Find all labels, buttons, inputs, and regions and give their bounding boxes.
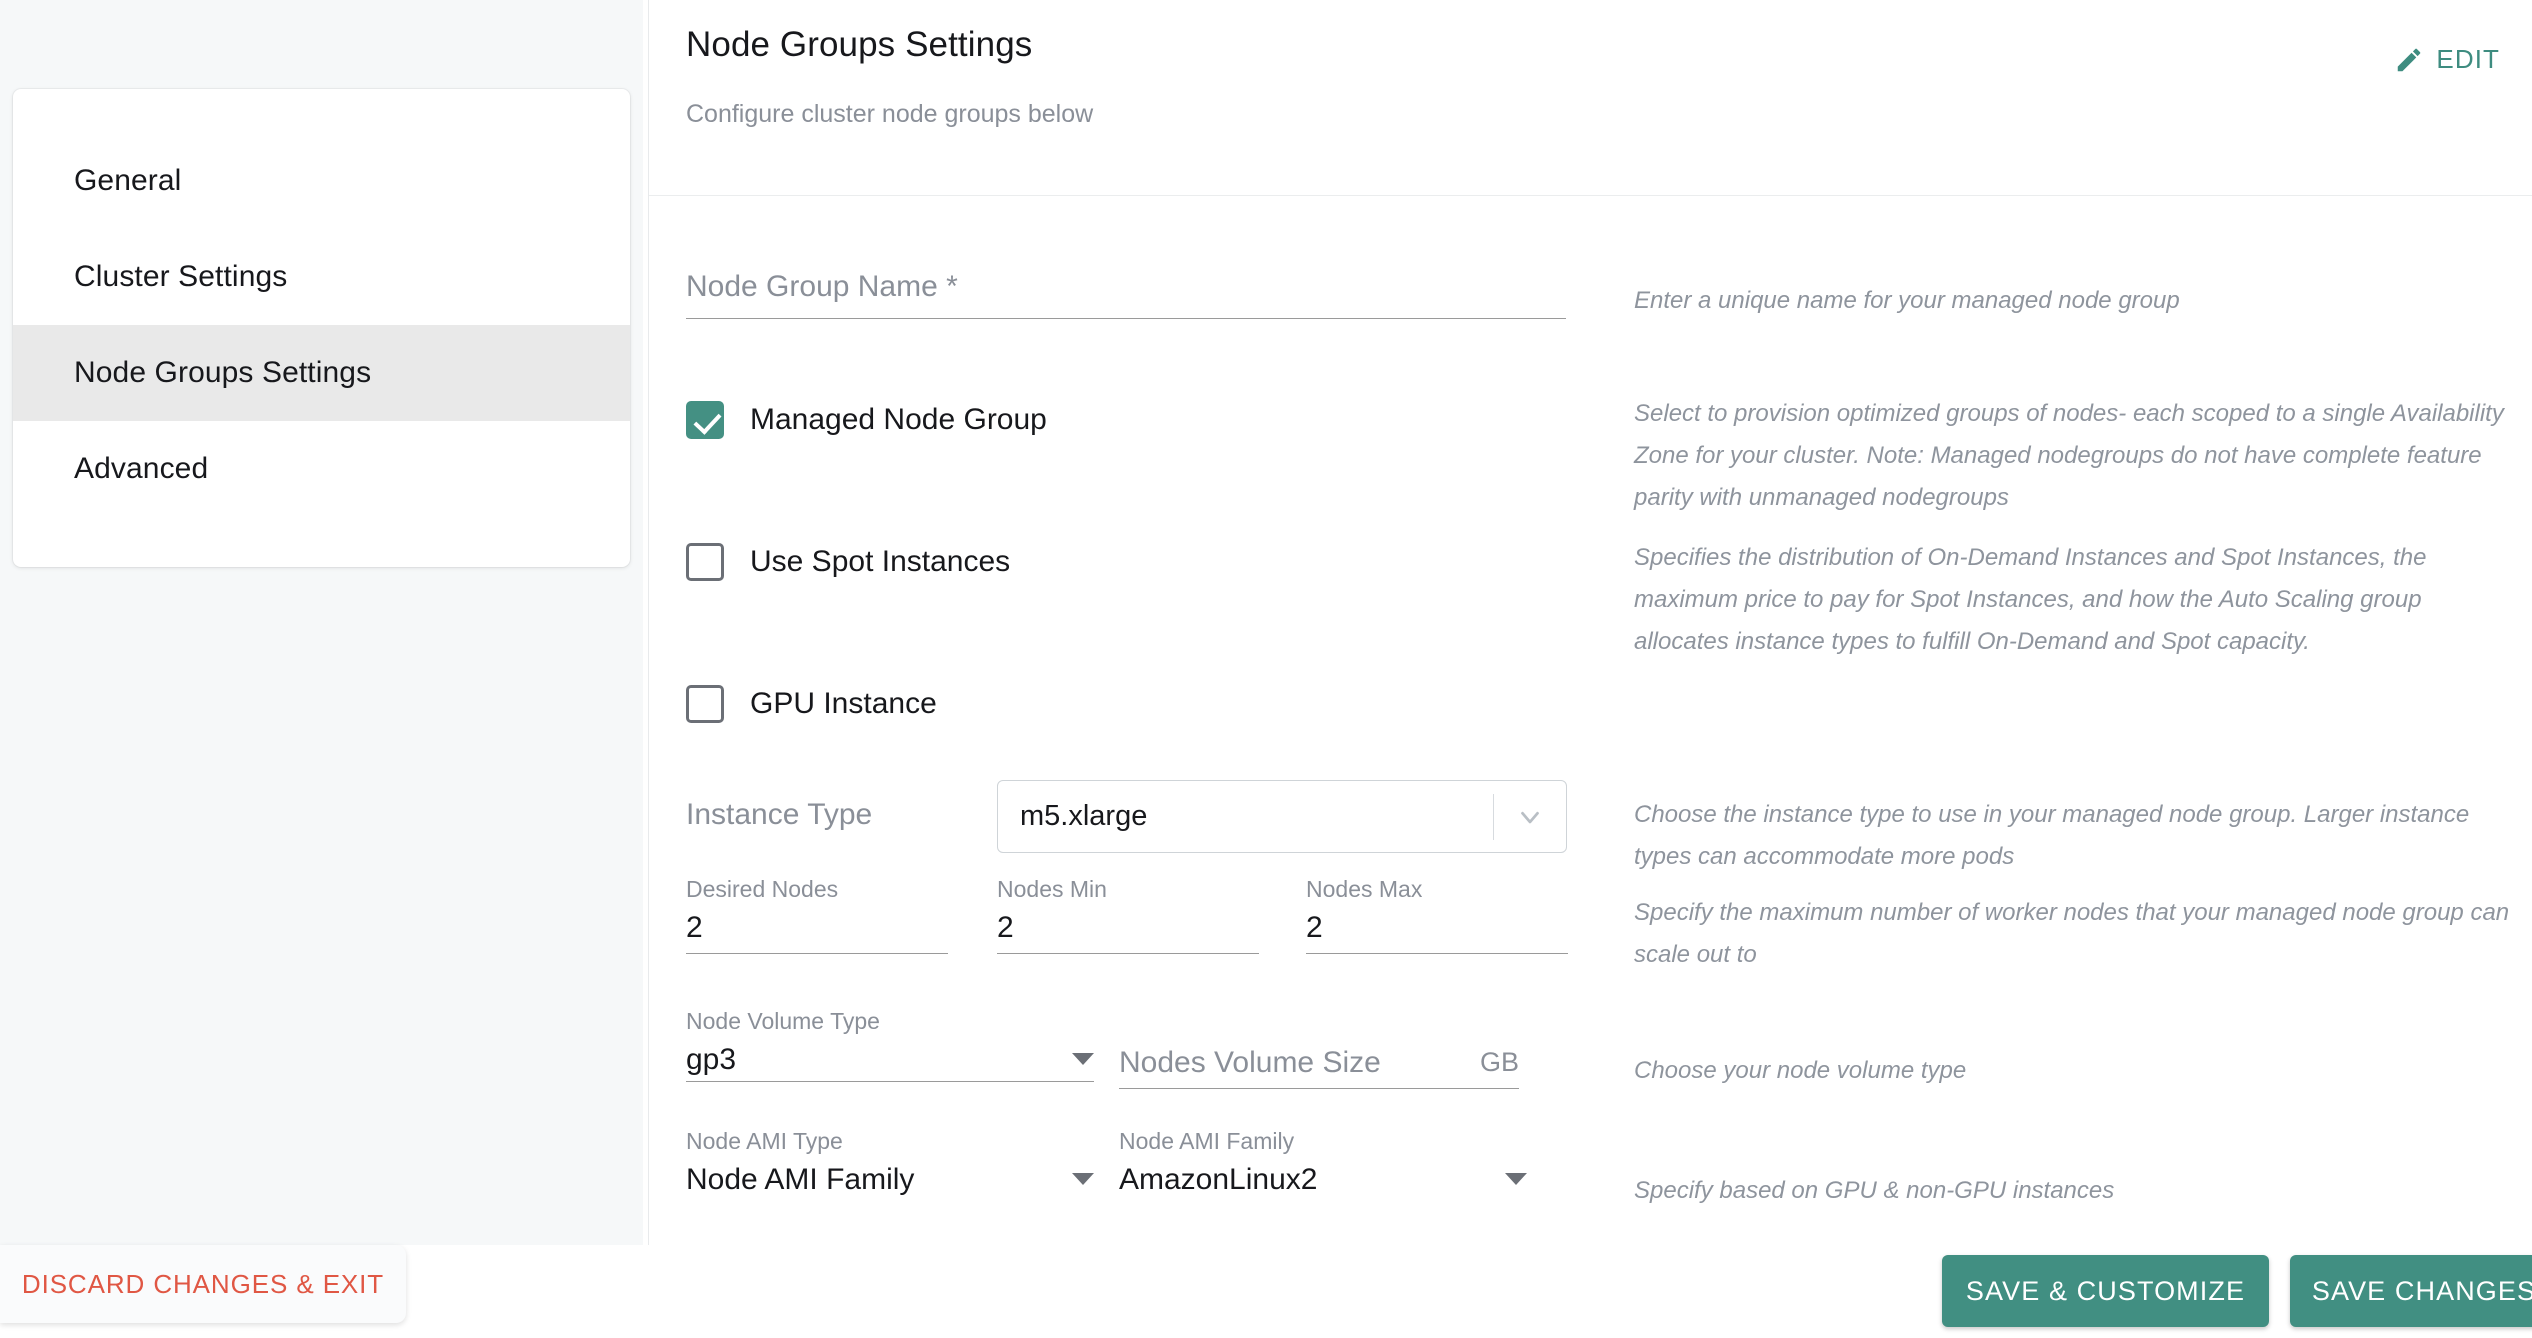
edit-button[interactable]: EDIT [2384,38,2510,81]
save-changes-button[interactable]: SAVE CHANGES [2290,1255,2532,1327]
nodes-min-group: Nodes Min 2 [997,876,1259,954]
desired-nodes-label: Desired Nodes [686,876,839,902]
node-group-name-label: Node Group Name * [686,270,958,303]
caret-down-icon [1072,1173,1094,1185]
node-ami-type-value: Node AMI Family [686,1163,915,1196]
node-volume-type-value: gp3 [686,1043,737,1076]
instance-type-help: Choose the instance type to use in your … [1634,801,2470,870]
sidebar-item-cluster-settings[interactable]: Cluster Settings [13,229,630,325]
nodes-min-value: 2 [997,911,1014,944]
node-ami-family-value: AmazonLinux2 [1119,1163,1318,1196]
caret-down-icon [1505,1173,1527,1185]
edit-button-label: EDIT [2436,44,2500,74]
node-group-name-input[interactable]: Node Group Name * [686,270,1566,319]
use-spot-instances-checkbox-row[interactable]: Use Spot Instances [686,543,1010,581]
panel-header: Node Groups Settings Configure cluster n… [649,0,2532,196]
sidebar-item-label: Cluster Settings [74,260,288,293]
node-group-name-group: Node Group Name * [686,270,1566,319]
node-ami-family-group: Node AMI Family AmazonLinux2 [1119,1128,1527,1201]
caret-down-icon [1072,1053,1094,1065]
managed-node-group-help: Select to provision optimized groups of … [1634,400,2504,511]
sidebar-item-general[interactable]: General [13,133,630,229]
gpu-instance-label: GPU Instance [750,687,937,720]
managed-node-group-checkbox[interactable] [686,401,724,439]
nodes-min-label: Nodes Min [997,876,1107,902]
node-group-name-help: Enter a unique name for your managed nod… [1634,287,2180,314]
save-and-customize-label: SAVE & CUSTOMIZE [1965,1275,2246,1306]
sidebar-item-label: Advanced [74,452,209,485]
nodes-volume-size-label: Nodes Volume Size [1119,1046,1381,1079]
pencil-icon [2394,45,2424,75]
node-ami-family-help: Specify based on GPU & non-GPU instances [1634,1177,2115,1204]
sidebar-item-label: General [74,164,182,197]
desired-nodes-group: Desired Nodes 2 [686,876,948,954]
nodes-max-group: Nodes Max 2 [1306,876,1568,954]
save-changes-label: SAVE CHANGES [2311,1275,2532,1306]
desired-nodes-value: 2 [686,911,703,944]
node-ami-type-group: Node AMI Type Node AMI Family [686,1128,1094,1201]
desired-nodes-input[interactable]: 2 [686,911,948,954]
page-subtitle: Configure cluster node groups below [686,100,1094,128]
sidebar-item-label: Node Groups Settings [74,356,372,389]
gpu-instance-checkbox[interactable] [686,685,724,723]
managed-node-group-checkbox-row[interactable]: Managed Node Group [686,401,1047,439]
discard-changes-button[interactable]: DISCARD CHANGES & EXIT [0,1245,406,1323]
chevron-down-icon [1494,802,1566,832]
action-bar: DISCARD CHANGES & EXIT SAVE & CUSTOMIZE … [0,1245,2532,1338]
node-ami-family-label: Node AMI Family [1119,1128,1295,1154]
node-groups-settings-panel: Node Groups Settings Configure cluster n… [648,0,2532,1245]
managed-node-group-label: Managed Node Group [750,403,1047,436]
nodes-volume-size-group: Nodes Volume Size GB [1119,1046,1519,1089]
nodes-volume-size-unit: GB [1479,1047,1519,1077]
use-spot-instances-help: Specifies the distribution of On-Demand … [1634,544,2427,655]
nodes-max-value: 2 [1306,911,1323,944]
page-title: Node Groups Settings [686,25,1033,64]
node-ami-type-label: Node AMI Type [686,1128,843,1154]
discard-changes-label: DISCARD CHANGES & EXIT [21,1268,385,1299]
save-and-customize-button[interactable]: SAVE & CUSTOMIZE [1942,1255,2269,1327]
instance-type-label: Instance Type [686,798,873,831]
node-ami-family-select[interactable]: AmazonLinux2 [1119,1163,1527,1201]
gpu-instance-checkbox-row[interactable]: GPU Instance [686,685,937,723]
use-spot-instances-label: Use Spot Instances [750,545,1011,578]
instance-type-value: m5.xlarge [1020,800,1148,832]
node-ami-type-select[interactable]: Node AMI Family [686,1163,1094,1201]
nodes-min-input[interactable]: 2 [997,911,1259,954]
use-spot-instances-checkbox[interactable] [686,543,724,581]
nodes-max-help: Specify the maximum number of worker nod… [1634,899,2510,968]
settings-page: General Cluster Settings Node Groups Set… [0,0,2532,1338]
node-volume-type-label: Node Volume Type [686,1008,880,1034]
nodes-max-label: Nodes Max [1306,876,1423,902]
nodes-volume-size-input[interactable]: Nodes Volume Size GB [1119,1046,1519,1089]
instance-type-select[interactable]: m5.xlarge [997,780,1567,853]
node-volume-type-select[interactable]: gp3 [686,1043,1094,1082]
left-rail: General Cluster Settings Node Groups Set… [0,0,643,1245]
sidebar-item-advanced[interactable]: Advanced [13,421,630,517]
settings-nav-card: General Cluster Settings Node Groups Set… [13,89,630,567]
nodes-max-input[interactable]: 2 [1306,911,1568,954]
node-volume-type-group: Node Volume Type gp3 [686,1008,1094,1082]
sidebar-item-node-groups-settings[interactable]: Node Groups Settings [13,325,630,421]
node-volume-type-help: Choose your node volume type [1634,1057,1967,1084]
